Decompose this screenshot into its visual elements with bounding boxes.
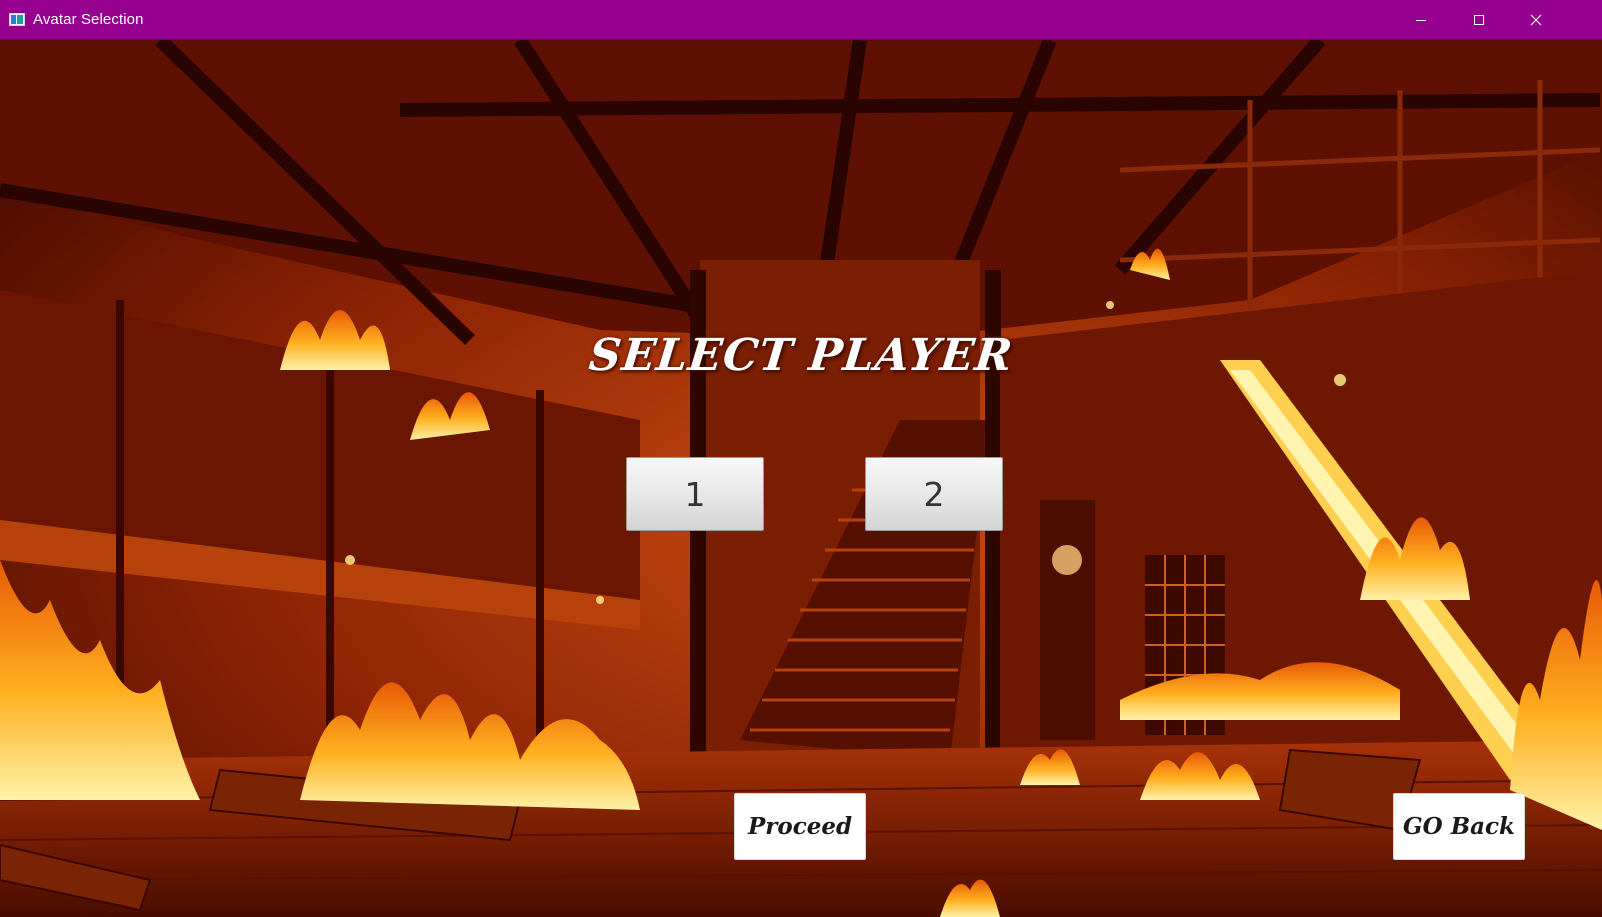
close-button[interactable] (1507, 0, 1565, 40)
maximize-button[interactable] (1450, 0, 1508, 40)
player-1-button[interactable]: 1 (626, 457, 764, 531)
window-title: Avatar Selection (33, 11, 144, 28)
close-icon (1530, 14, 1542, 26)
app-window-icon (9, 13, 25, 26)
player-2-button[interactable]: 2 (865, 457, 1003, 531)
go-back-button[interactable]: GO Back (1393, 793, 1525, 860)
app-window: Avatar Selection SELECT PLAYER 1 2 Proce… (0, 0, 1602, 917)
proceed-button[interactable]: Proceed (734, 793, 866, 860)
title-bar[interactable]: Avatar Selection (0, 0, 1602, 40)
minimize-icon (1416, 20, 1426, 21)
minimize-button[interactable] (1392, 0, 1450, 40)
burning-room-scene (0, 40, 1602, 917)
background-scene (0, 40, 1602, 917)
maximize-icon (1474, 15, 1484, 25)
select-player-heading: SELECT PLAYER (586, 330, 1016, 381)
